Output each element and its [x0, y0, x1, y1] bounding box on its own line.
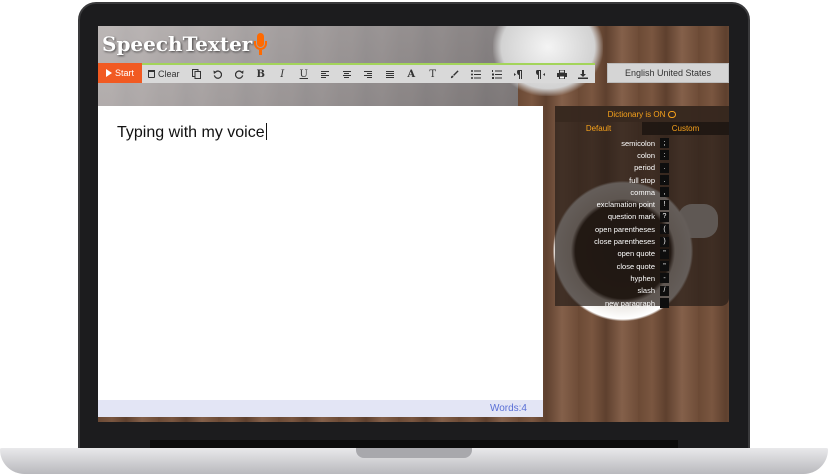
font-color-icon: A	[407, 68, 416, 80]
dictionary-entry-label: hyphen	[630, 273, 655, 283]
align-left-icon[interactable]	[315, 64, 337, 84]
underline-button[interactable]: U	[293, 64, 315, 84]
underline-icon: U	[299, 68, 308, 80]
dictionary-entry[interactable]: hyphen -	[555, 272, 729, 284]
dictionary-entry[interactable]: new paragraph	[555, 297, 729, 309]
dictionary-entry[interactable]: open parentheses (	[555, 223, 729, 235]
dictionary-entry-symbol: -	[660, 273, 669, 284]
dictionary-entry-label: slash	[637, 286, 655, 296]
bold-button[interactable]: B	[250, 64, 272, 84]
dictionary-entry-label: full stop	[629, 175, 655, 185]
tab-default[interactable]: Default	[555, 122, 642, 135]
undo-icon[interactable]	[207, 64, 229, 84]
print-icon[interactable]	[551, 64, 573, 84]
clear-button[interactable]: Clear	[142, 64, 186, 84]
numbered-list-icon[interactable]	[487, 64, 509, 84]
copy-icon[interactable]	[186, 64, 208, 84]
dictionary-entry-symbol: "	[660, 261, 669, 272]
ltr-icon[interactable]	[508, 64, 530, 84]
dictionary-entry-symbol	[660, 298, 669, 308]
dictionary-entry-symbol: :	[660, 150, 669, 161]
bold-icon: B	[256, 68, 265, 80]
align-justify-icon[interactable]	[379, 64, 401, 84]
align-right-icon[interactable]	[358, 64, 380, 84]
dictionary-entry-symbol: .	[660, 175, 669, 186]
editor-text: Typing with my voice	[117, 124, 265, 141]
dictionary-entry-symbol: (	[660, 224, 669, 235]
start-button[interactable]: Start	[98, 63, 142, 83]
dictionary-entry-label: close parentheses	[594, 237, 655, 247]
dictionary-entry[interactable]: close quote "	[555, 260, 729, 272]
font-size-icon: T	[429, 68, 437, 80]
dictionary-entry[interactable]: exclamation point!	[555, 198, 729, 210]
dictionary-entry[interactable]: period.	[555, 162, 729, 174]
dictionary-status[interactable]: Dictionary is ON	[555, 106, 729, 122]
dictionary-entry[interactable]: question mark?	[555, 211, 729, 223]
app-screen: SpeechTexter Start Clear B I U A T Engli…	[98, 26, 729, 422]
dictionary-entry-label: exclamation point	[596, 200, 655, 210]
clear-label: Clear	[158, 69, 180, 79]
dictionary-entry-symbol: ,	[660, 187, 669, 198]
dictionary-entry-symbol: "	[660, 248, 669, 259]
dictionary-entry-label: question mark	[607, 212, 655, 222]
font-color-button[interactable]: A	[401, 64, 423, 84]
dictionary-entry-symbol: /	[660, 285, 669, 296]
dictionary-list: semicolon; colon: period. full stop. comma, e…	[555, 135, 729, 309]
play-icon	[105, 69, 112, 77]
app-logo: SpeechTexter	[102, 30, 268, 58]
dictionary-entry-label: colon	[637, 150, 655, 160]
dictionary-entry-label: comma	[630, 187, 655, 197]
bullet-list-icon[interactable]	[465, 64, 487, 84]
start-label: Start	[114, 68, 134, 78]
logo-text: SpeechTexter	[102, 32, 253, 56]
dictionary-entry[interactable]: semicolon;	[555, 137, 729, 149]
dictionary-entry-label: open quote	[617, 249, 655, 259]
italic-button[interactable]: I	[272, 64, 294, 84]
dictionary-entry-symbol: ;	[660, 138, 669, 149]
dictionary-entry[interactable]: comma,	[555, 186, 729, 198]
dictionary-entry-symbol: !	[660, 199, 669, 210]
italic-icon: I	[280, 68, 285, 80]
dictionary-entry-symbol: )	[660, 236, 669, 247]
dictionary-entry-label: period	[634, 163, 655, 173]
dictionary-entry-symbol: .	[660, 162, 669, 173]
background-mouse	[493, 26, 603, 96]
brush-icon[interactable]	[444, 64, 466, 84]
microphone-icon	[254, 33, 268, 55]
dictionary-entry[interactable]: colon:	[555, 149, 729, 161]
language-select[interactable]: English United States	[607, 63, 729, 83]
align-center-icon[interactable]	[336, 64, 358, 84]
dictionary-status-label: Dictionary is ON	[607, 109, 666, 119]
dictionary-tabs: Default Custom	[555, 122, 729, 135]
trash-icon	[148, 70, 155, 78]
dictionary-entry-label: open parentheses	[594, 224, 655, 234]
dictionary-entry[interactable]: full stop.	[555, 174, 729, 186]
text-editor[interactable]: Typing with my voice	[98, 106, 543, 400]
dictionary-entry-label: new paragraph	[604, 298, 655, 308]
dictionary-panel: Dictionary is ON Default Custom semicolo…	[555, 106, 729, 309]
download-icon[interactable]	[573, 64, 595, 84]
dictionary-entry-label: semicolon	[621, 138, 655, 148]
text-caret	[265, 123, 267, 140]
dictionary-entry-symbol: ?	[660, 211, 669, 222]
dictionary-entry[interactable]: open quote "	[555, 248, 729, 260]
laptop-hinge	[150, 440, 678, 448]
dictionary-entry-label: close quote	[616, 261, 655, 271]
laptop-notch	[356, 448, 472, 458]
word-count-bar: Words:4	[98, 400, 543, 417]
tab-custom[interactable]: Custom	[642, 122, 729, 135]
font-size-button[interactable]: T	[422, 64, 444, 84]
editor-content: Typing with my voice	[117, 123, 267, 142]
dictionary-entry[interactable]: slash /	[555, 285, 729, 297]
rtl-icon[interactable]	[530, 64, 552, 84]
word-count: Words:4	[489, 403, 527, 414]
dictionary-entry[interactable]: close parentheses)	[555, 235, 729, 247]
editor-toolbar: Start Clear B I U A T	[98, 63, 595, 83]
chat-icon	[668, 110, 677, 118]
redo-icon[interactable]	[229, 64, 251, 84]
